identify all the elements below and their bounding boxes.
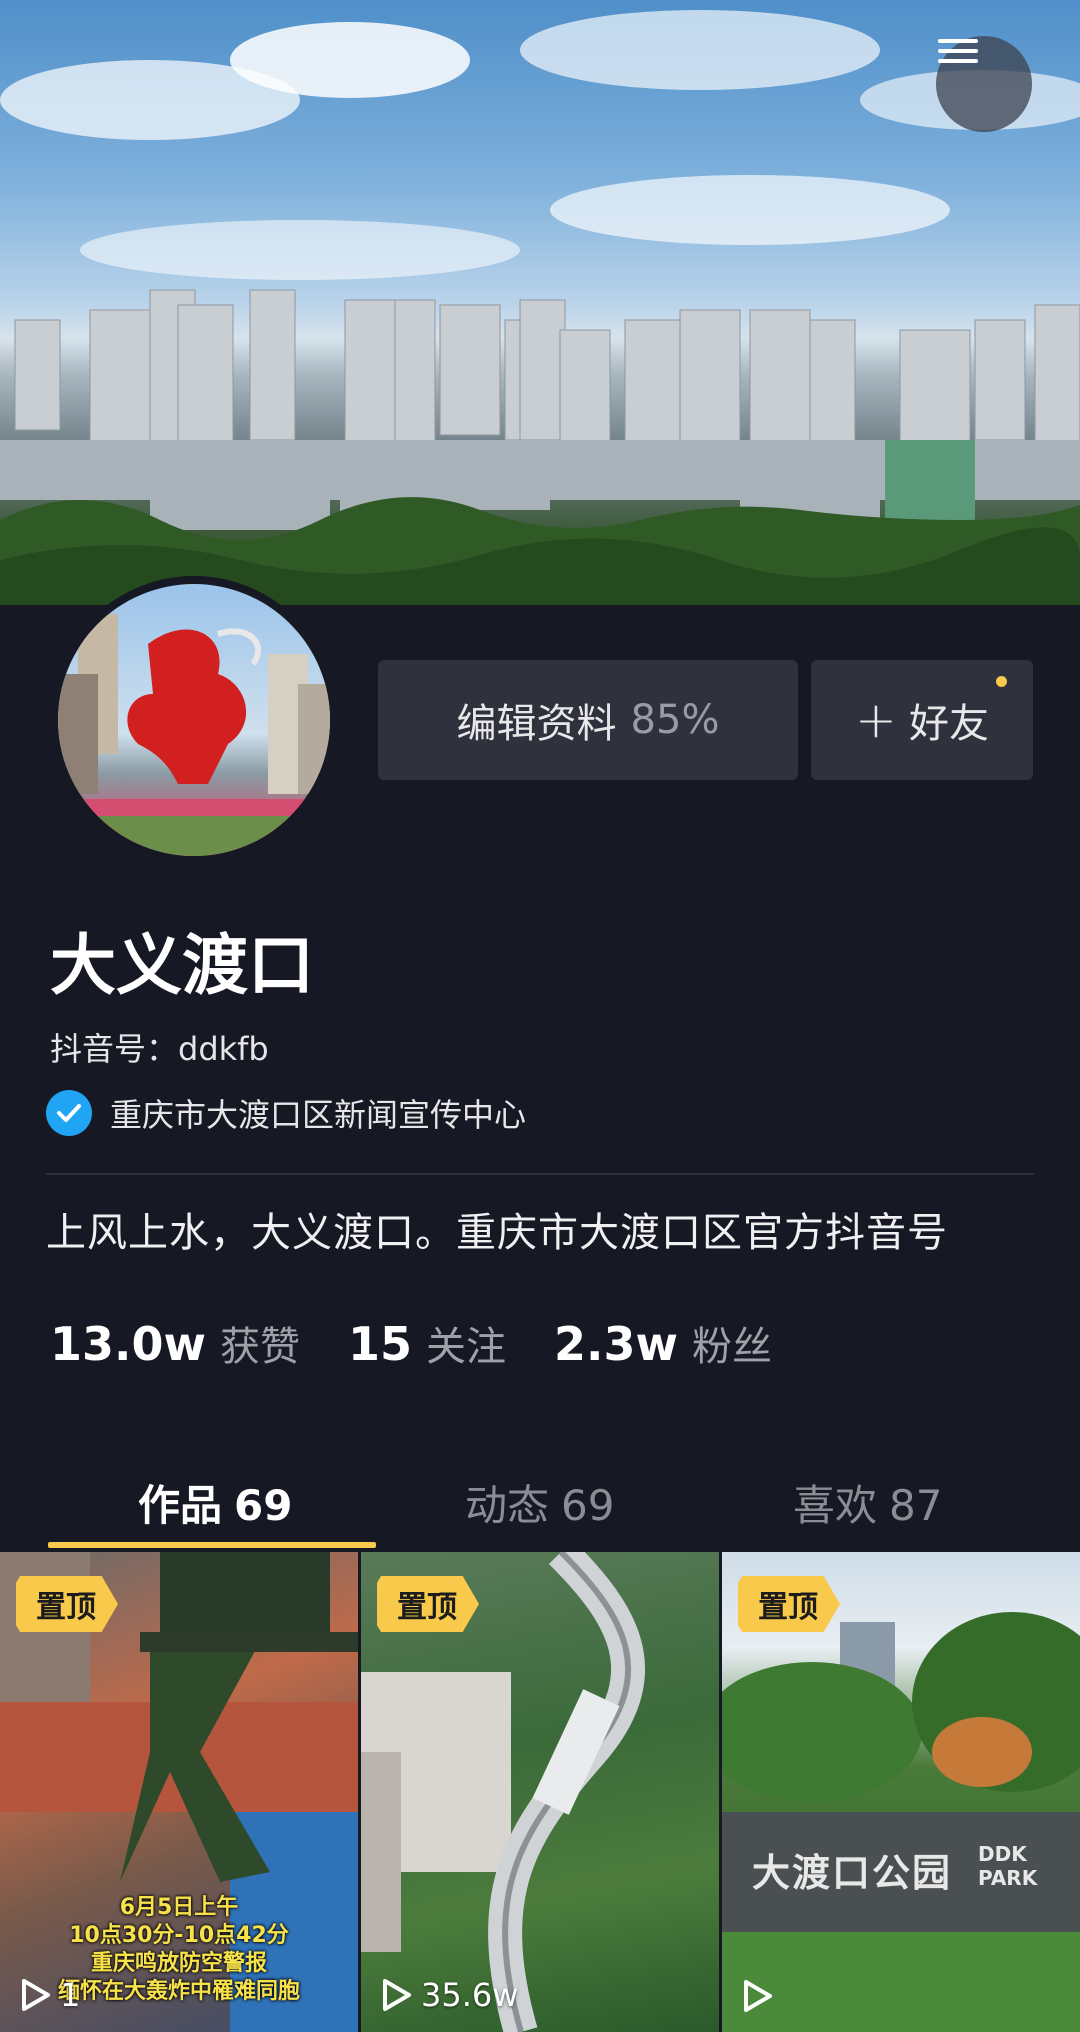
video-thumbnail[interactable]: 置顶 6月5日上午 10点30分-10点42分 重庆鸣放防空警报 缅怀在大轰炸中… xyxy=(0,1552,358,2032)
tab-label: 作品 xyxy=(138,1481,223,1530)
tab-works[interactable]: 作品 69 xyxy=(138,1472,292,1533)
play-count: 35.6w xyxy=(379,1976,518,2014)
park-sign-text: 大渡口公园 xyxy=(752,1851,953,1895)
red-horse-sculpture-illustration xyxy=(58,614,330,856)
stat-likes[interactable]: 13.0w 获赞 xyxy=(50,1314,300,1372)
play-icon xyxy=(744,1980,772,2012)
edit-profile-button[interactable]: 编辑资料 85% xyxy=(378,660,798,780)
verified-check-icon xyxy=(46,1090,92,1136)
video-grid: 置顶 6月5日上午 10点30分-10点42分 重庆鸣放防空警报 缅怀在大轰炸中… xyxy=(0,1552,1080,2032)
caption-line: 6月5日上午 xyxy=(119,1895,239,1920)
divider xyxy=(46,1173,1034,1175)
play-count xyxy=(740,1978,782,2014)
plus-icon: + xyxy=(855,691,897,749)
stat-label: 获赞 xyxy=(220,1324,300,1370)
tab-count: 87 xyxy=(889,1481,943,1530)
add-friend-button[interactable]: + 好友 xyxy=(811,660,1033,780)
edit-profile-label: 编辑资料 xyxy=(456,701,617,747)
caption-line: 10点30分-10点42分 xyxy=(69,1923,289,1948)
tab-likes[interactable]: 喜欢 87 xyxy=(793,1472,942,1533)
verified-org-text: 重庆市大渡口区新闻宣传中心 xyxy=(110,1096,527,1134)
menu-button[interactable] xyxy=(936,36,1032,132)
pinned-badge: 置顶 xyxy=(377,1576,479,1632)
cover-image xyxy=(0,0,1080,605)
hamburger-icon xyxy=(938,39,978,63)
tab-count: 69 xyxy=(561,1481,615,1530)
avatar[interactable] xyxy=(50,576,338,864)
stat-followers[interactable]: 2.3w 粉丝 xyxy=(554,1314,772,1372)
pinned-badge: 置顶 xyxy=(16,1576,118,1632)
video-thumbnail[interactable]: 大渡口公园 DDK PARK 置顶 xyxy=(722,1552,1080,2032)
tab-count: 69 xyxy=(234,1481,293,1530)
avatar-image xyxy=(58,584,330,856)
stat-number: 15 xyxy=(348,1317,413,1371)
park-sign-subtext: DDK PARK xyxy=(978,1842,1038,1890)
play-icon xyxy=(22,1979,50,2011)
profile-completion-percent: 85% xyxy=(630,697,720,743)
tab-moments[interactable]: 动态 69 xyxy=(465,1472,614,1533)
content-tabs: 作品 69 动态 69 喜欢 87 xyxy=(0,1450,1080,1550)
play-count-value: 35.6w xyxy=(421,1976,519,2014)
verified-info[interactable]: 重庆市大渡口区新闻宣传中心 xyxy=(46,1090,526,1136)
notification-dot xyxy=(996,676,1007,687)
tab-label: 喜欢 xyxy=(793,1481,878,1530)
stat-following[interactable]: 15 关注 xyxy=(348,1314,506,1372)
add-friend-label: 好友 xyxy=(908,701,989,747)
city-skyline-illustration xyxy=(0,10,1080,605)
play-count-value: 1 xyxy=(60,1976,81,2014)
tab-label: 动态 xyxy=(465,1481,550,1530)
pinned-badge: 置顶 xyxy=(738,1576,840,1632)
stat-label: 粉丝 xyxy=(692,1324,772,1370)
active-tab-indicator xyxy=(48,1542,376,1548)
play-count: 1 xyxy=(18,1976,80,2014)
profile-bio: 上风上水，大义渡口。重庆市大渡口区官方抖音号 xyxy=(46,1210,948,1256)
video-thumbnail[interactable]: 置顶 35.6w xyxy=(361,1552,719,2032)
stat-number: 13.0w xyxy=(50,1317,206,1371)
stat-number: 2.3w xyxy=(554,1317,678,1371)
profile-stats: 13.0w 获赞 15 关注 2.3w 粉丝 xyxy=(50,1314,820,1372)
douyin-id[interactable]: 抖音号：ddkfb xyxy=(50,1024,269,1070)
stat-label: 关注 xyxy=(426,1324,507,1370)
play-icon xyxy=(383,1979,411,2011)
profile-name: 大义渡口 xyxy=(50,927,314,1004)
caption-line: 重庆鸣放防空警报 xyxy=(90,1951,267,1976)
